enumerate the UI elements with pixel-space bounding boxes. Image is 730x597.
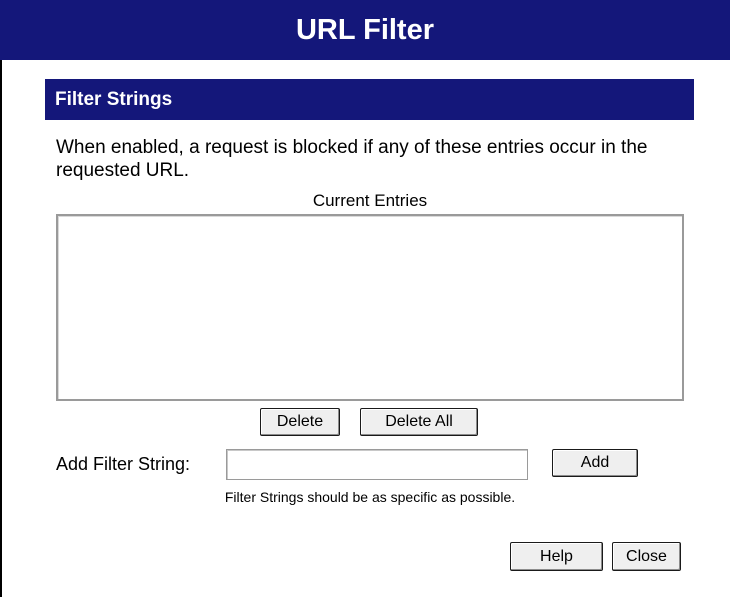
- close-button[interactable]: Close: [612, 542, 681, 571]
- window-left-border: [0, 0, 2, 597]
- help-button[interactable]: Help: [510, 542, 603, 571]
- section-title: Filter Strings: [55, 89, 173, 110]
- filter-string-input[interactable]: [226, 449, 528, 480]
- page-title: URL Filter: [295, 14, 435, 46]
- add-button[interactable]: Add: [552, 449, 638, 477]
- delete-button[interactable]: Delete: [260, 408, 340, 436]
- page-header: URL Filter: [0, 0, 730, 60]
- current-entries-label: Current Entries: [312, 191, 428, 210]
- current-entries-listbox[interactable]: [56, 214, 684, 401]
- add-filter-label: Add Filter String:: [56, 454, 191, 474]
- section-header: Filter Strings: [45, 79, 694, 120]
- delete-all-button[interactable]: Delete All: [360, 408, 478, 436]
- description-text: When enabled, a request is blocked if an…: [56, 137, 648, 181]
- hint-text: Filter Strings should be as specific as …: [224, 489, 516, 505]
